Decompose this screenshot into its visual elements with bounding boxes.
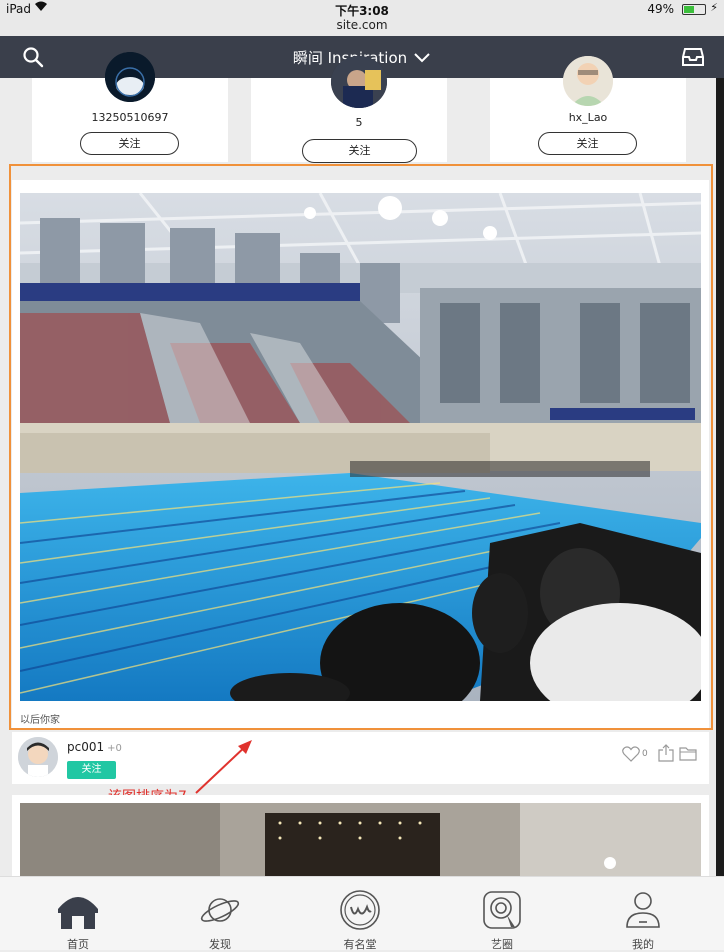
share-icon[interactable] bbox=[658, 744, 674, 766]
heart-icon[interactable] bbox=[622, 746, 640, 766]
bottom-tab-bar: 首页 发现 有名堂 艺圈 我的 bbox=[0, 876, 724, 951]
avatar[interactable] bbox=[331, 56, 387, 108]
side-edge bbox=[716, 78, 724, 876]
tab-discover[interactable]: 发现 bbox=[148, 877, 292, 951]
inbox-icon[interactable] bbox=[682, 48, 704, 66]
charging-icon: ⚡ bbox=[710, 1, 718, 14]
tab-circle[interactable]: 艺圈 bbox=[430, 877, 574, 951]
battery-icon bbox=[682, 4, 706, 15]
follow-button[interactable]: 关注 bbox=[538, 132, 637, 155]
like-count: 0 bbox=[642, 749, 648, 759]
follow-button[interactable]: 关注 bbox=[80, 132, 179, 155]
annotation-arrow bbox=[190, 738, 260, 802]
suggested-user-card: 5 关注 bbox=[251, 56, 447, 163]
address-bar[interactable]: site.com bbox=[0, 18, 724, 32]
tab-label: 艺圈 bbox=[491, 938, 513, 951]
tab-hall-of-fame[interactable]: 有名堂 bbox=[288, 877, 432, 951]
tab-label: 我的 bbox=[632, 938, 654, 951]
battery-percent: 49% bbox=[647, 2, 674, 16]
author-score: +0 bbox=[107, 743, 122, 754]
home-icon bbox=[57, 889, 99, 931]
hall-of-fame-icon bbox=[339, 889, 381, 931]
user-name[interactable]: hx_Lao bbox=[490, 111, 686, 124]
suggested-user-card: 13250510697 关注 bbox=[32, 52, 228, 162]
avatar[interactable] bbox=[563, 56, 613, 106]
author-username[interactable]: pc001 bbox=[67, 740, 104, 754]
avatar[interactable] bbox=[105, 52, 155, 102]
profile-icon bbox=[622, 889, 664, 931]
circle-icon bbox=[481, 889, 523, 931]
tab-label: 有名堂 bbox=[343, 938, 377, 951]
user-name[interactable]: 5 bbox=[261, 116, 457, 129]
highlight-frame bbox=[9, 164, 713, 730]
tab-home[interactable]: 首页 bbox=[6, 877, 150, 951]
clock: 下午3:08 bbox=[335, 4, 389, 18]
folder-icon[interactable] bbox=[679, 745, 697, 765]
follow-button[interactable]: 关注 bbox=[67, 761, 116, 779]
planet-icon bbox=[199, 889, 241, 931]
post-card bbox=[12, 795, 709, 893]
user-name[interactable]: 13250510697 bbox=[32, 111, 228, 124]
tab-label: 发现 bbox=[209, 938, 231, 951]
post-author-bar: pc001 +0 关注 0 bbox=[12, 732, 709, 784]
status-bar: iPad 下午3:08 site.com 49% ⚡ bbox=[0, 0, 724, 36]
follow-button[interactable]: 关注 bbox=[302, 139, 417, 163]
suggested-user-card: hx_Lao 关注 bbox=[490, 56, 686, 162]
avatar[interactable] bbox=[18, 737, 58, 777]
tab-profile[interactable]: 我的 bbox=[571, 877, 715, 951]
author-name[interactable]: pc001 +0 bbox=[67, 740, 122, 754]
chevron-down-icon bbox=[413, 50, 431, 68]
tab-label: 首页 bbox=[67, 938, 89, 951]
